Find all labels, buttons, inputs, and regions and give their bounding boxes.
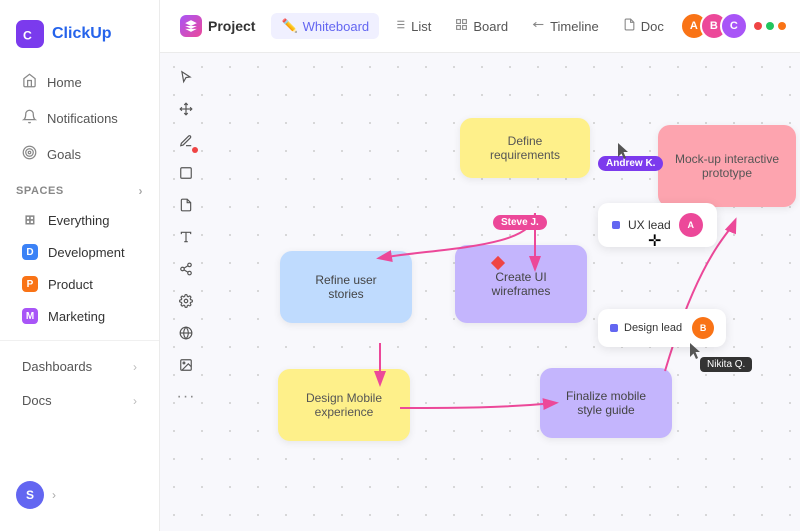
pen-indicator bbox=[192, 147, 198, 153]
project-title: Project bbox=[180, 15, 255, 37]
timeline-icon bbox=[532, 18, 545, 34]
card-design-mobile[interactable]: Design Mobile experience bbox=[278, 369, 410, 441]
sidebar-item-development[interactable]: D Development bbox=[6, 237, 153, 267]
sidebar-item-dashboards[interactable]: Dashboards › bbox=[6, 350, 153, 383]
bell-icon bbox=[22, 109, 37, 127]
logo[interactable]: C ClickUp bbox=[0, 12, 159, 64]
sidebar-item-notifications[interactable]: Notifications bbox=[6, 101, 153, 135]
connect-tool[interactable] bbox=[172, 255, 200, 283]
svg-text:C: C bbox=[23, 28, 32, 42]
topbar-navigation: ✏️ Whiteboard List Board Timeline bbox=[271, 13, 673, 39]
design-lead-dot bbox=[610, 324, 618, 332]
topbar: Project ✏️ Whiteboard List Board bbox=[160, 0, 800, 53]
text-tool[interactable] bbox=[172, 223, 200, 251]
more-tool[interactable]: ··· bbox=[172, 383, 200, 411]
sidebar-item-docs[interactable]: Docs › bbox=[6, 384, 153, 417]
image-tool[interactable] bbox=[172, 351, 200, 379]
marketing-icon: M bbox=[22, 308, 38, 324]
move-tool[interactable] bbox=[172, 95, 200, 123]
card-refine-user-stories[interactable]: Refine user stories bbox=[280, 251, 412, 323]
card-create-ui-wireframes[interactable]: Create UI wireframes bbox=[455, 245, 587, 323]
cursor-tool[interactable] bbox=[172, 63, 200, 91]
main-content: Project ✏️ Whiteboard List Board bbox=[160, 0, 800, 531]
product-icon: P bbox=[22, 276, 38, 292]
everything-label: Everything bbox=[48, 213, 109, 228]
user-footer[interactable]: S › bbox=[0, 471, 159, 519]
tab-board[interactable]: Board bbox=[445, 13, 518, 39]
goals-label: Goals bbox=[47, 147, 81, 162]
ux-lead-avatar: A bbox=[679, 213, 703, 237]
label-steve: Steve J. bbox=[493, 215, 547, 230]
docs-label: Docs bbox=[22, 393, 52, 408]
project-icon bbox=[180, 15, 202, 37]
sidebar-item-everything[interactable]: ⊞ Everything bbox=[6, 205, 153, 235]
ux-lead-dot bbox=[612, 221, 620, 229]
notifications-label: Notifications bbox=[47, 111, 118, 126]
card-define-requirements[interactable]: Define requirements bbox=[460, 118, 590, 178]
sidebar: C ClickUp Home Notifications Goals Space… bbox=[0, 0, 160, 531]
development-icon: D bbox=[22, 244, 38, 260]
marketing-label: Marketing bbox=[48, 309, 105, 324]
tab-whiteboard[interactable]: ✏️ Whiteboard bbox=[271, 13, 379, 39]
move-cursor-icon: ✛ bbox=[648, 231, 661, 251]
sidebar-item-marketing[interactable]: M Marketing bbox=[6, 301, 153, 331]
dashboards-label: Dashboards bbox=[22, 359, 92, 374]
sidebar-item-goals[interactable]: Goals bbox=[6, 137, 153, 171]
chevron-right-icon: › bbox=[133, 360, 137, 374]
status-dot-2 bbox=[766, 22, 774, 30]
nikita-label: Nikita Q. bbox=[700, 357, 752, 372]
status-dot-1 bbox=[754, 22, 762, 30]
avatar-3: C bbox=[720, 12, 748, 40]
logo-text: ClickUp bbox=[52, 25, 112, 43]
sidebar-item-home[interactable]: Home bbox=[6, 65, 153, 99]
chevron-right-icon: › bbox=[133, 394, 137, 408]
everything-icon: ⊞ bbox=[22, 212, 38, 228]
left-toolbar: ··· bbox=[170, 63, 202, 521]
collaborator-avatars: A B C bbox=[680, 12, 786, 40]
status-dot-3 bbox=[778, 22, 786, 30]
board-icon bbox=[455, 18, 468, 34]
tab-timeline[interactable]: Timeline bbox=[522, 13, 609, 39]
card-finalize-mobile[interactable]: Finalize mobile style guide bbox=[540, 368, 672, 438]
spaces-section-header: Spaces › bbox=[0, 172, 159, 204]
doc-icon bbox=[623, 18, 636, 34]
shape-tool[interactable] bbox=[172, 159, 200, 187]
avatar-group: A B C bbox=[680, 12, 748, 40]
whiteboard-icon: ✏️ bbox=[281, 18, 297, 34]
whiteboard-canvas[interactable]: ··· Define requirements bbox=[160, 53, 800, 531]
card-mockup[interactable]: Mock-up interactive prototype bbox=[658, 125, 796, 207]
cursor-nikita: Nikita Q. bbox=[690, 343, 704, 366]
settings-tool[interactable] bbox=[172, 287, 200, 315]
globe-tool[interactable] bbox=[172, 319, 200, 347]
design-lead-text: Design lead bbox=[624, 322, 682, 334]
goals-icon bbox=[22, 145, 37, 163]
list-icon bbox=[393, 18, 406, 34]
chevron-down-icon: › bbox=[138, 184, 143, 198]
development-label: Development bbox=[48, 245, 125, 260]
tab-list[interactable]: List bbox=[383, 13, 441, 39]
sidebar-item-product[interactable]: P Product bbox=[6, 269, 153, 299]
user-avatar: S bbox=[16, 481, 44, 509]
pen-tool-wrapper bbox=[172, 127, 200, 155]
design-lead-avatar: B bbox=[692, 317, 714, 339]
note-tool[interactable] bbox=[172, 191, 200, 219]
home-icon bbox=[22, 73, 37, 91]
ux-lead-text: UX lead bbox=[628, 218, 671, 232]
tab-doc[interactable]: Doc bbox=[613, 13, 674, 39]
home-label: Home bbox=[47, 75, 82, 90]
design-lead-card: Design lead B bbox=[598, 309, 726, 347]
product-label: Product bbox=[48, 277, 93, 292]
user-menu-chevron: › bbox=[52, 488, 56, 502]
cursor-arrow-1 bbox=[618, 143, 632, 166]
